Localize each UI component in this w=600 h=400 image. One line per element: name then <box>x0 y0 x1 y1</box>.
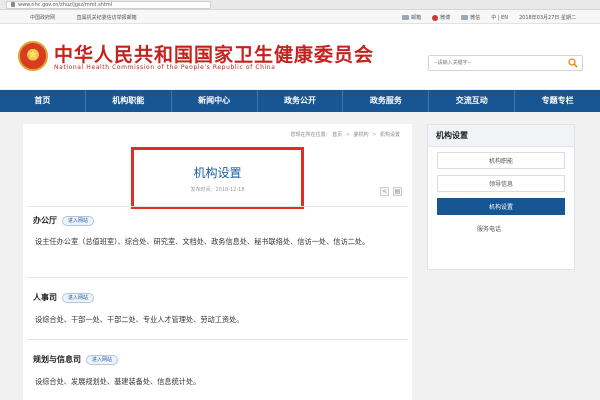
search-button[interactable] <box>565 56 581 70</box>
mail-icon <box>402 15 410 20</box>
nav-services[interactable]: 政务服务 <box>343 90 430 112</box>
site-title: 中华人民共和国国家卫生健康委员会 <box>54 44 375 66</box>
sidebar-item-leaders[interactable]: 领导信息 <box>437 175 565 192</box>
section-description: 设综合处、干部一处、干部二处、专业人才管理处、劳动工资处。 <box>35 315 244 324</box>
browser-toolbar: www.nhc.gov.cn/zhuz/jgsz/mmt.shtml <box>0 0 600 10</box>
highlight-annotation <box>131 147 304 209</box>
wechat-icon <box>461 15 469 20</box>
divider <box>27 206 408 207</box>
section-header: 人事司 进入网站 <box>33 292 95 303</box>
main-nav: 首页 机构职能 新闻中心 政务公开 政务服务 交流互动 专题专栏 <box>0 90 600 112</box>
divider <box>27 277 408 278</box>
top-link-wechat[interactable]: 微信 <box>461 14 480 21</box>
section-name: 办公厅 <box>33 216 57 225</box>
search-icon <box>568 58 578 68</box>
breadcrumb-org[interactable]: 委机构 <box>354 132 369 138</box>
nav-disclosure[interactable]: 政务公开 <box>258 90 344 112</box>
site-subtitle: National Health Commission of the People… <box>54 64 276 71</box>
top-link-gov[interactable]: 中国政府网 <box>30 15 55 21</box>
breadcrumb-separator: > <box>372 132 377 138</box>
article-tools: < ▤ <box>380 187 402 196</box>
breadcrumb: 您现在所在位置： 首页 > 委机构 > 机构设置 <box>291 131 400 138</box>
nav-functions[interactable]: 机构职能 <box>86 90 172 112</box>
weibo-icon <box>432 14 439 21</box>
section-name: 规划与信息司 <box>33 355 81 364</box>
section-header: 办公厅 进入网站 <box>33 215 95 226</box>
print-icon[interactable]: ▤ <box>393 187 402 196</box>
top-link-mail[interactable]: 邮箱 <box>402 14 421 21</box>
breadcrumb-separator: > <box>345 132 350 138</box>
address-bar[interactable]: www.nhc.gov.cn/zhuz/jgsz/mmt.shtml <box>6 0 211 9</box>
section-description: 设主任办公室（总值班室）、综合处、研究室、文档处、政务信息处、秘书联络处、信访一… <box>35 237 370 246</box>
sidebar: 机构设置 机构职能 领导信息 机构设置 服务电话 <box>427 124 575 270</box>
url-text: www.nhc.gov.cn/zhuz/jgsz/mmt.shtml <box>18 1 113 8</box>
share-icon[interactable]: < <box>380 187 389 196</box>
language-switch[interactable]: 中 | EN <box>491 14 508 21</box>
enter-site-button[interactable]: 进入网站 <box>62 215 95 226</box>
lock-icon <box>11 2 15 7</box>
enter-site-button[interactable]: 进入网站 <box>62 292 95 303</box>
section-name: 人事司 <box>33 293 57 302</box>
sidebar-item-phone[interactable]: 服务电话 <box>437 221 565 238</box>
section-description: 设综合处、发展规划处、基建装备处、信息统计处。 <box>35 377 201 386</box>
search-input[interactable] <box>429 56 565 70</box>
breadcrumb-current: 机构设置 <box>379 132 400 138</box>
nav-news[interactable]: 新闻中心 <box>172 90 258 112</box>
sidebar-list: 机构职能 领导信息 机构设置 服务电话 <box>428 147 574 249</box>
sidebar-item-structure[interactable]: 机构设置 <box>437 198 565 215</box>
main-content: 您现在所在位置： 首页 > 委机构 > 机构设置 机构设置 发布时间：2018-… <box>23 124 412 400</box>
sidebar-item-functions[interactable]: 机构职能 <box>437 152 565 169</box>
breadcrumb-prefix: 您现在所在位置： <box>290 132 331 138</box>
top-strip: 中国政府网 直属机关纪委信访举报邮箱 邮箱 微博 微信 中 | EN 2018年… <box>0 10 600 24</box>
enter-site-button[interactable]: 进入网站 <box>86 354 119 365</box>
section-header: 规划与信息司 进入网站 <box>33 354 119 365</box>
top-link-weibo[interactable]: 微博 <box>432 14 450 21</box>
nav-topics[interactable]: 专题专栏 <box>515 90 600 112</box>
divider <box>27 339 408 340</box>
nav-home[interactable]: 首页 <box>0 90 86 112</box>
date-display: 2018年03月27日 星期二 <box>518 15 576 21</box>
breadcrumb-home[interactable]: 首页 <box>332 132 342 138</box>
sidebar-heading: 机构设置 <box>428 125 574 147</box>
top-right-links: 邮箱 微博 微信 中 | EN 2018年03月27日 星期二 <box>402 14 576 21</box>
national-emblem-icon: ★ <box>18 41 48 71</box>
top-left-links: 中国政府网 直属机关纪委信访举报邮箱 <box>30 14 157 21</box>
nav-interaction[interactable]: 交流互动 <box>429 90 516 112</box>
search-box <box>428 55 583 71</box>
top-link-report[interactable]: 直属机关纪委信访举报邮箱 <box>77 15 137 21</box>
